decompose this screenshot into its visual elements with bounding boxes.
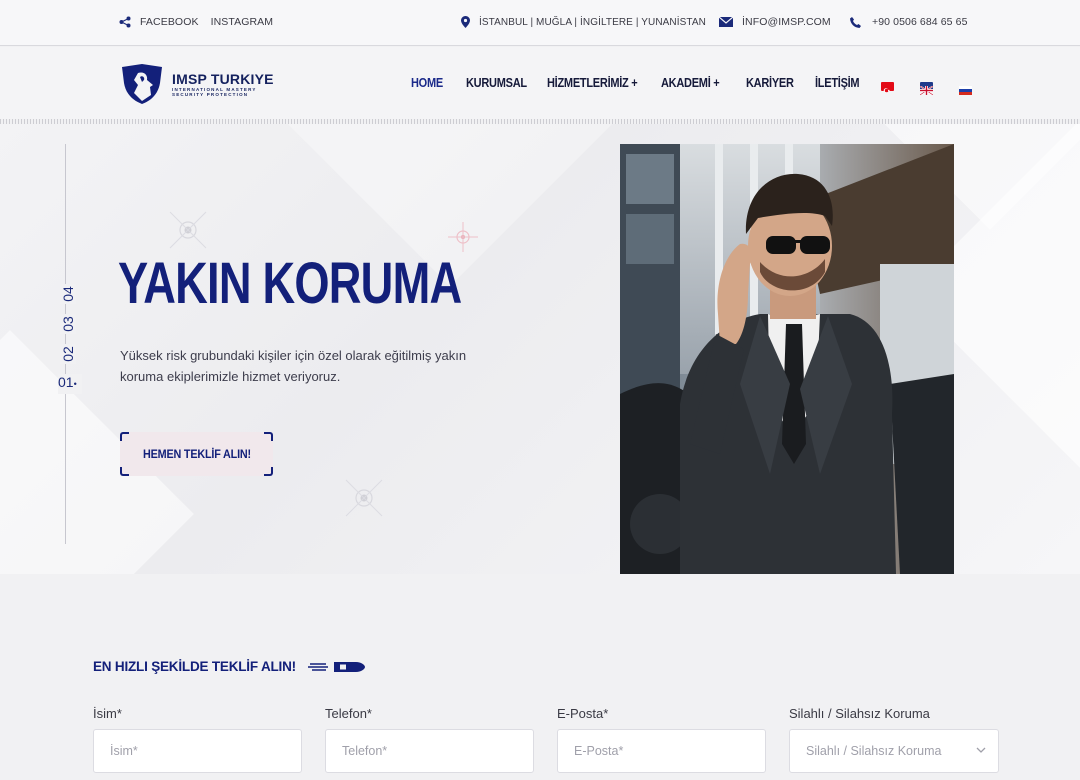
crosshair-icon <box>448 222 478 252</box>
form-title: EN HIZLI ŞEKİLDE TEKLİF ALIN! <box>93 659 366 674</box>
name-label: İsim* <box>93 706 122 721</box>
slide-dot-01-active[interactable]: 01• <box>58 374 82 394</box>
phone-link[interactable]: +90 0506 684 65 65 <box>872 16 968 28</box>
nav-kurumsal[interactable]: KURUMSAL <box>466 76 527 90</box>
corner-decoration <box>120 432 129 441</box>
corner-decoration <box>264 432 273 441</box>
cta-button[interactable]: HEMEN TEKLİF ALIN! <box>120 432 273 476</box>
logo[interactable]: IMSP TURKIYE INTERNATIONAL MASTERY SECUR… <box>120 63 274 105</box>
locations: İSTANBUL | MUĞLA | İNGİLTERE | YUNANİSTA… <box>461 16 706 28</box>
header: IMSP TURKIYE INTERNATIONAL MASTERY SECUR… <box>0 47 1080 119</box>
hero-title: YAKIN KORUMA <box>118 251 462 316</box>
turkish-flag-icon[interactable] <box>881 82 894 93</box>
crosshair-icon <box>345 479 383 517</box>
instagram-link[interactable]: INSTAGRAM <box>211 16 274 28</box>
name-input[interactable] <box>93 729 302 773</box>
email-label: E-Posta* <box>557 706 609 721</box>
crosshair-icon <box>169 211 207 249</box>
slide-dot-02[interactable]: 02 <box>60 344 76 364</box>
phone-input[interactable] <box>325 729 534 773</box>
nav-hizmetlerimiz[interactable]: HİZMETLERİMİZ + <box>547 76 638 90</box>
corner-decoration <box>120 467 129 476</box>
active-dot-icon: • <box>73 379 77 389</box>
logo-title: IMSP TURKIYE <box>172 71 274 87</box>
nav-kariyer[interactable]: KARİYER <box>746 76 794 90</box>
phone-label: Telefon* <box>325 706 372 721</box>
logo-subtitle-2: SECURITY PROTECTION <box>172 92 249 97</box>
hero-slider: 04 03 02 01• YAKIN KORUMA Yüksek risk gr… <box>0 124 1080 574</box>
nav-akademi[interactable]: AKADEMİ + <box>661 76 720 90</box>
russian-flag-icon[interactable] <box>959 82 972 95</box>
protection-type-label: Silahlı / Silahsız Koruma <box>789 706 930 721</box>
share-icon <box>119 16 131 28</box>
email-link[interactable]: İNFO@IMSP.COM <box>742 16 831 28</box>
slide-active-number: 01 <box>58 374 74 390</box>
location-pin-icon <box>461 16 470 28</box>
nav-home[interactable]: HOME <box>411 76 443 90</box>
social-links: FACEBOOK INSTAGRAM <box>119 16 273 28</box>
cta-label: HEMEN TEKLİF ALIN! <box>142 447 251 461</box>
shield-logo-icon <box>122 64 162 104</box>
corner-decoration <box>264 467 273 476</box>
protection-type-select[interactable]: Silahlı / Silahsız Koruma <box>789 729 999 773</box>
envelope-icon <box>719 17 733 27</box>
form-title-text: EN HIZLI ŞEKİLDE TEKLİF ALIN! <box>93 659 296 674</box>
select-value: Silahlı / Silahsız Koruma <box>806 744 942 758</box>
email-input[interactable] <box>557 729 766 773</box>
hero-description: Yüksek risk grubundaki kişiler için özel… <box>120 348 467 384</box>
bullet-icon <box>307 662 365 673</box>
chevron-down-icon <box>976 745 986 756</box>
slide-dot-03[interactable]: 03 <box>60 314 76 334</box>
locations-text: İSTANBUL | MUĞLA | İNGİLTERE | YUNANİSTA… <box>479 16 706 28</box>
email: İNFO@IMSP.COM <box>719 16 831 28</box>
phone: +90 0506 684 65 65 <box>850 16 968 28</box>
slide-dot-04[interactable]: 04 <box>60 284 76 304</box>
top-bar: FACEBOOK INSTAGRAM İSTANBUL | MUĞLA | İN… <box>0 0 1080 46</box>
nav-iletisim[interactable]: İLETİŞİM <box>815 76 860 90</box>
facebook-link[interactable]: FACEBOOK <box>140 16 199 28</box>
phone-icon <box>850 16 861 28</box>
uk-flag-icon[interactable] <box>919 82 934 96</box>
hero-photo <box>620 144 954 574</box>
